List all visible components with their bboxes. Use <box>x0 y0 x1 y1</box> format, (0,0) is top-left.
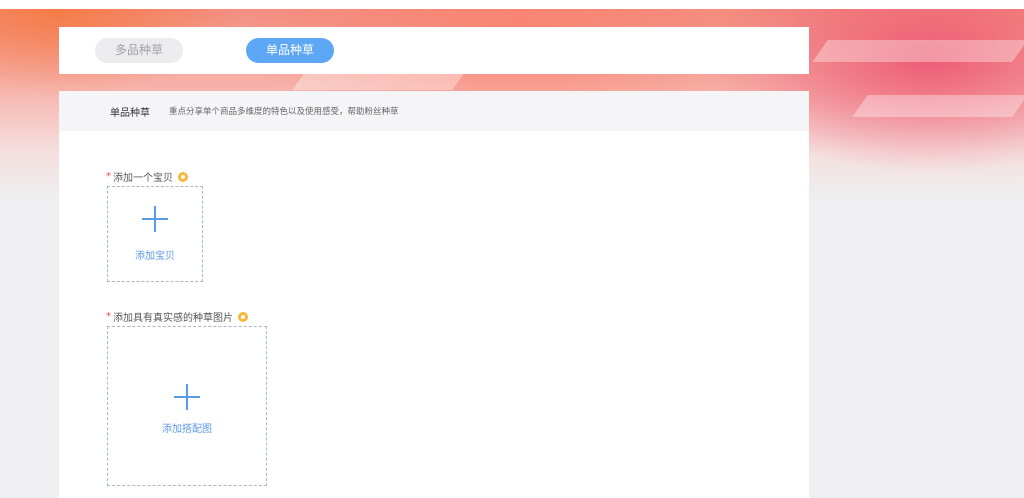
add-image-button-text: 添加搭配图 <box>162 424 212 435</box>
tab-multi-product[interactable]: 多品种草 <box>95 38 183 63</box>
required-mark: * <box>106 311 111 322</box>
description-bar: 单品种草 重点分享单个商品多维度的特色以及使用感受，帮助粉丝种草 <box>59 91 809 131</box>
add-image-label-text: 添加具有真实感的种草图片 <box>113 313 233 324</box>
description-text: 重点分享单个商品多维度的特色以及使用感受，帮助粉丝种草 <box>169 107 399 117</box>
add-product-label-text: 添加一个宝贝 <box>113 173 173 184</box>
plus-icon <box>142 206 168 232</box>
top-strip <box>0 0 1024 9</box>
help-icon[interactable] <box>178 171 188 182</box>
plus-icon <box>174 384 200 410</box>
help-icon[interactable] <box>238 311 248 322</box>
required-mark: * <box>106 171 111 182</box>
add-image-button[interactable]: 添加搭配图 <box>107 326 267 486</box>
page: 多品种草 单品种草 单品种草 重点分享单个商品多维度的特色以及使用感受，帮助粉丝… <box>0 0 1024 498</box>
add-product-button-text: 添加宝贝 <box>135 251 175 262</box>
form-card: 单品种草 重点分享单个商品多维度的特色以及使用感受，帮助粉丝种草 * 添加一个宝… <box>59 91 809 498</box>
description-title: 单品种草 <box>110 108 150 119</box>
tab-bar: 多品种草 单品种草 <box>59 27 809 74</box>
tab-single-product[interactable]: 单品种草 <box>246 38 334 63</box>
banner-streak <box>852 95 1024 117</box>
add-product-button[interactable]: 添加宝贝 <box>107 186 203 282</box>
add-image-label: * 添加具有真实感的种草图片 <box>106 309 248 324</box>
banner-streak <box>812 40 1024 62</box>
add-product-label: * 添加一个宝贝 <box>106 169 188 184</box>
